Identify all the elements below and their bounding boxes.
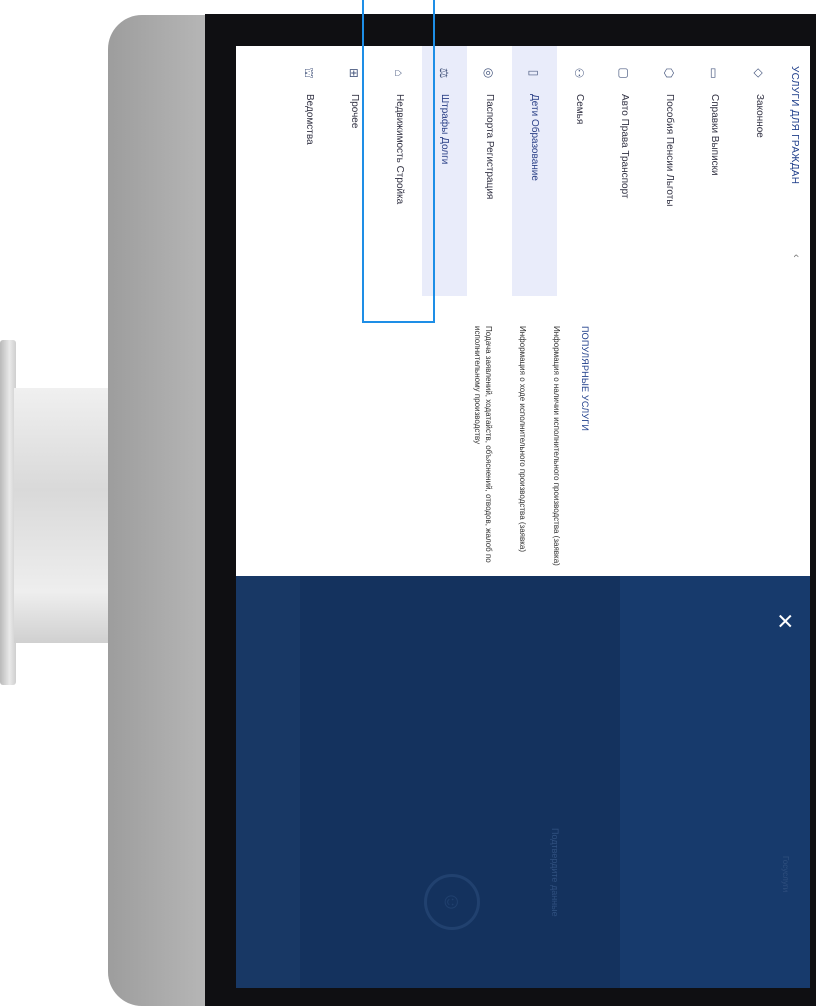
menu-item-label: Справки Выписки: [709, 94, 720, 176]
menu-title: УСЛУГИ ДЛЯ ГРАЖДАН: [789, 66, 800, 185]
overlay-caption: Подтвердите данные: [550, 828, 560, 917]
folder-icon: ▭: [707, 67, 722, 79]
menu-item-label: Авто Права Транспорт: [619, 94, 630, 199]
book-icon: ▯: [527, 69, 542, 77]
service-link[interactable]: Информация о ходе исполнительного произв…: [517, 326, 528, 566]
menu-item-label: Ведомства: [304, 94, 315, 145]
login-overlay: × Подтвердите данные ☺ Госуслуги: [236, 576, 810, 988]
overlay-corner-text: Госуслуги: [781, 856, 790, 893]
selection-highlight: [362, 0, 435, 323]
menu-item-deti[interactable]: ▯ Дети Образование: [512, 46, 557, 296]
menu-item-label: Дети Образование: [529, 94, 540, 181]
stand-neck: [14, 388, 114, 643]
menu-item-avto[interactable]: ▢ Авто Права Транспорт: [602, 46, 647, 296]
service-link[interactable]: Подача заявлений, ходатайств, объяснений…: [472, 326, 494, 566]
menu-item-label: Семья: [574, 94, 585, 125]
menu-item-label: Паспорта Регистрация: [484, 94, 495, 200]
family-icon: ⚇: [572, 67, 587, 79]
menu-item-posobiya[interactable]: ⬡ Пособия Пенсии Льготы: [647, 46, 692, 296]
building-icon: ⛫: [302, 67, 317, 79]
menu-item-label: Прочее: [349, 94, 360, 129]
menu-item-semya[interactable]: ⚇ Семья: [557, 46, 602, 296]
menu-item-label: Законное: [754, 94, 765, 138]
gosuslugi-logo: ☺: [424, 874, 480, 930]
rotated-page: УСЛУГИ ДЛЯ ГРАЖДАН ‹ ◇ Законное ▭ Справки …: [236, 46, 810, 988]
car-icon: ▢: [617, 67, 632, 79]
service-link[interactable]: Информация о наличии исполнительного про…: [551, 326, 562, 566]
menu-item-label: Штрафы Долги: [439, 94, 450, 165]
diamond-icon: ◇: [752, 68, 767, 78]
grid-icon: ⊞: [347, 67, 362, 79]
collapse-chevron-icon[interactable]: ‹: [790, 254, 802, 258]
services-menu: УСЛУГИ ДЛЯ ГРАЖДАН ‹ ◇ Законное ▭ Справки …: [236, 46, 810, 296]
shield-icon: ⬡: [662, 67, 677, 79]
menu-item-label: Пособия Пенсии Льготы: [664, 94, 675, 207]
fine-icon: ⚖: [437, 67, 452, 79]
popular-services: ПОПУЛЯРНЫЕ УСЛУГИ Информация о наличии и…: [236, 296, 810, 576]
menu-item-pasporta[interactable]: ◎ Паспорта Регистрация: [467, 46, 512, 296]
menu-item-vedomstva[interactable]: ⛫ Ведомства: [287, 46, 332, 296]
menu-item-spravki[interactable]: ▭ Справки Выписки: [692, 46, 737, 296]
section-title: ПОПУЛЯРНЫЕ УСЛУГИ: [580, 326, 590, 432]
screen: УСЛУГИ ДЛЯ ГРАЖДАН ‹ ◇ Законное ▭ Справки …: [236, 46, 810, 988]
passport-icon: ◎: [482, 67, 497, 79]
overlay-strip: [236, 576, 300, 988]
close-icon[interactable]: ×: [768, 604, 802, 638]
menu-item-zakonnoe[interactable]: ◇ Законное: [737, 46, 782, 296]
